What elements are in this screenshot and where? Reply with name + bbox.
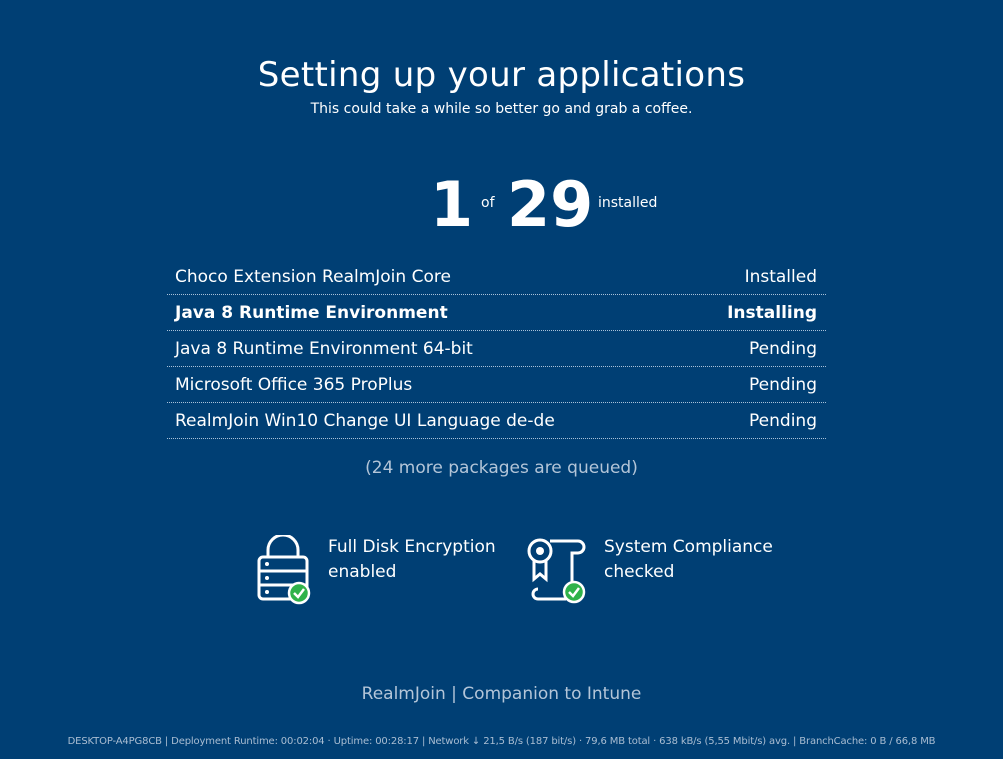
disk-encryption-status: enabled	[328, 562, 397, 582]
disk-encryption-text: Full Disk Encryption enabled	[328, 535, 496, 585]
package-name: Choco Extension RealmJoin Core	[175, 266, 451, 287]
system-compliance-text: System Compliance checked	[604, 535, 773, 585]
lock-icon	[257, 535, 311, 605]
package-name: Java 8 Runtime Environment	[175, 302, 448, 323]
of-label: of	[481, 195, 495, 211]
package-status: Installed	[744, 266, 817, 287]
package-list: Choco Extension RealmJoin Core Installed…	[167, 259, 826, 439]
package-name: RealmJoin Win10 Change UI Language de-de	[175, 410, 555, 431]
certificate-icon	[527, 538, 586, 604]
package-row: Microsoft Office 365 ProPlus Pending	[167, 367, 826, 403]
installed-count: 1	[430, 168, 474, 241]
total-count: 29	[507, 168, 594, 241]
package-row: Java 8 Runtime Environment 64-bit Pendin…	[167, 331, 826, 367]
page-subtitle: This could take a while so better go and…	[310, 101, 693, 117]
installed-label: installed	[598, 195, 658, 211]
footer-brand: RealmJoin | Companion to Intune	[361, 684, 642, 704]
package-status: Installing	[727, 302, 817, 323]
system-compliance-status: checked	[604, 562, 675, 582]
package-row: Choco Extension RealmJoin Core Installed	[167, 259, 826, 295]
package-row: RealmJoin Win10 Change UI Language de-de…	[167, 403, 826, 439]
page-title: Setting up your applications	[257, 55, 746, 95]
package-row-active: Java 8 Runtime Environment Installing	[167, 295, 826, 331]
queued-packages-note: (24 more packages are queued)	[365, 458, 638, 478]
package-name: Microsoft Office 365 ProPlus	[175, 374, 413, 395]
system-compliance-badge: System Compliance checked	[526, 535, 786, 605]
package-status: Pending	[749, 338, 817, 359]
install-counter: 1 of 29 installed	[0, 168, 1003, 242]
system-compliance-title: System Compliance	[604, 537, 773, 557]
package-status: Pending	[749, 374, 817, 395]
status-bar: DESKTOP-A4PG8CB | Deployment Runtime: 00…	[67, 736, 936, 747]
package-status: Pending	[749, 410, 817, 431]
package-name: Java 8 Runtime Environment 64-bit	[175, 338, 473, 359]
disk-encryption-title: Full Disk Encryption	[328, 537, 496, 557]
disk-encryption-badge: Full Disk Encryption enabled	[256, 535, 516, 605]
